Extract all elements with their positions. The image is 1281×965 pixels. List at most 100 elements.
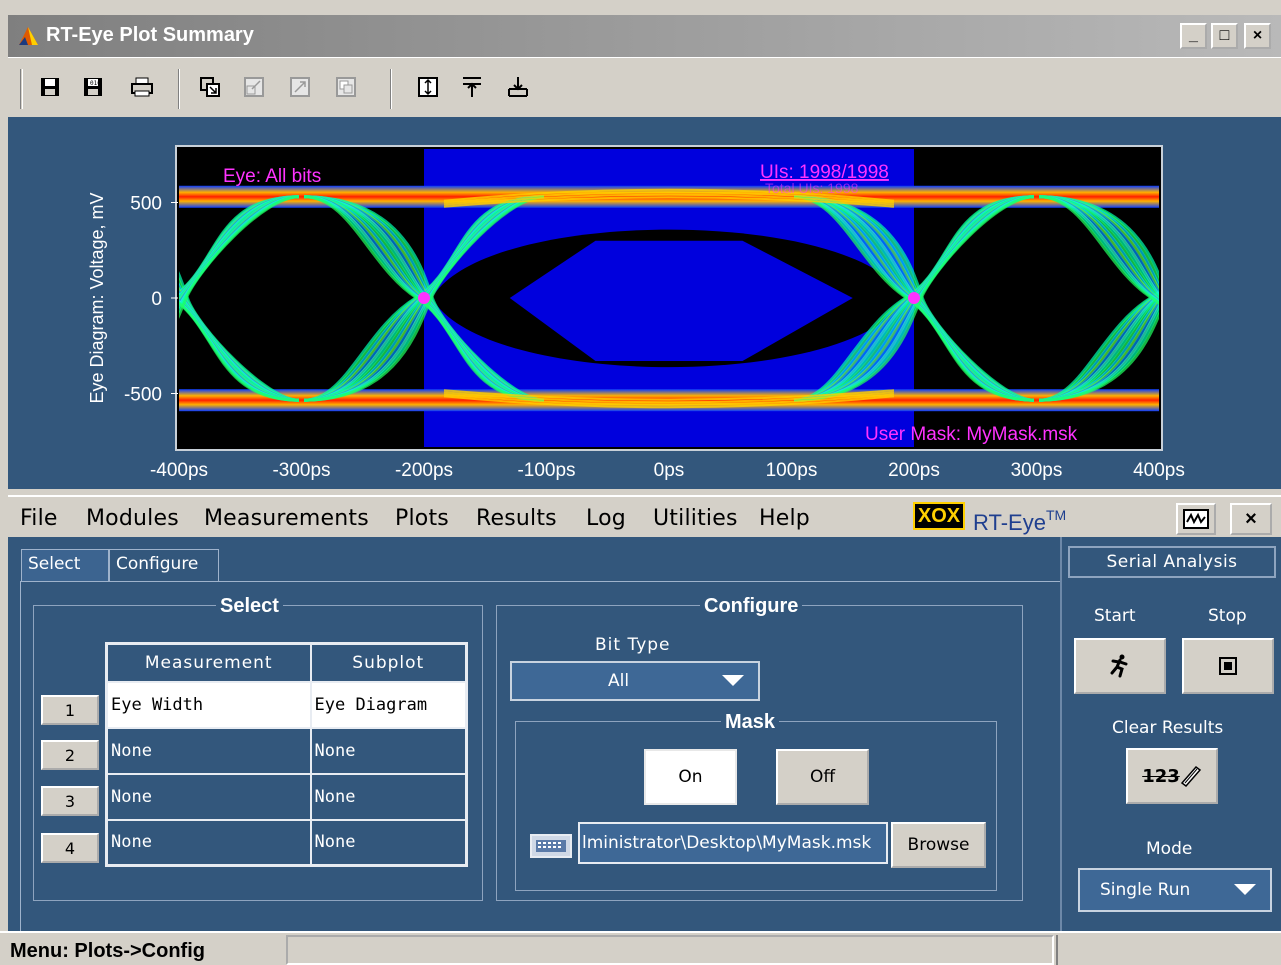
cursor-bottom-icon[interactable] [504, 72, 532, 102]
menu-log[interactable]: Log [586, 506, 626, 531]
brand-name-text: RT-Eye [973, 510, 1046, 535]
x-tick-label: -300ps [272, 460, 330, 481]
mode-label: Mode [1146, 839, 1193, 859]
zoom-in-icon[interactable] [196, 72, 224, 102]
menu-plots[interactable]: Plots [395, 506, 449, 531]
measurement-cell[interactable]: None [105, 772, 312, 821]
brand-logo: XOX [913, 502, 965, 530]
chevron-down-icon [1234, 884, 1256, 895]
save-data-icon[interactable]: 010 [80, 72, 108, 102]
toolbar-grip[interactable] [20, 69, 23, 109]
maximize-button[interactable]: □ [1211, 23, 1238, 49]
status-cell [286, 935, 1054, 965]
bit-type-value: All [608, 671, 630, 691]
app-close-button[interactable]: × [1230, 503, 1272, 535]
browse-button[interactable]: Browse [891, 822, 986, 868]
row-4-button[interactable]: 4 [41, 833, 99, 863]
measurement-table: Measurement Subplot Eye Width Eye Diagra… [105, 642, 468, 867]
running-man-icon [1110, 654, 1128, 678]
mode-dropdown[interactable]: Single Run [1078, 868, 1272, 912]
brand-trademark: TM [1045, 507, 1067, 523]
start-label: Start [1094, 606, 1136, 626]
print-icon[interactable] [128, 72, 156, 102]
zoom-restore-icon[interactable] [332, 72, 360, 102]
x-tick-label: 100ps [766, 460, 818, 481]
x-tick-label: 200ps [888, 460, 940, 481]
zoom-out-icon[interactable] [240, 72, 268, 102]
measurement-cell[interactable]: None [105, 818, 312, 867]
subplot-header[interactable]: Subplot [309, 642, 468, 683]
clear-results-button[interactable]: 123 [1126, 748, 1218, 804]
mask-on-button[interactable]: On [644, 749, 737, 805]
measurement-header[interactable]: Measurement [105, 642, 312, 683]
stop-label: Stop [1208, 606, 1247, 626]
subplot-cell[interactable]: Eye Diagram [309, 680, 468, 729]
control-panel: Select Configure Select Measurement Subp… [8, 537, 1060, 931]
scope-view-button[interactable] [1176, 503, 1216, 535]
x-tick-label: 300ps [1011, 460, 1063, 481]
mask-file-input[interactable]: lministrator\Desktop\MyMask.msk [578, 822, 888, 864]
eye-bits-label: Eye: All bits [223, 166, 321, 187]
menu-measurements[interactable]: Measurements [204, 506, 369, 531]
vertical-cursor-icon[interactable] [414, 72, 442, 102]
eye-diagram-chart[interactable]: Eye Diagram: Voltage, mV Eye: All bits U… [8, 117, 1281, 489]
tab-select[interactable]: Select [21, 549, 109, 581]
menu-modules[interactable]: Modules [86, 506, 179, 531]
tab-configure[interactable]: Configure [109, 549, 219, 582]
y-tick-label: -500 [124, 385, 162, 406]
configure-group-title: Configure [700, 595, 803, 618]
menu-utilities[interactable]: Utilities [653, 506, 738, 531]
save-icon[interactable] [36, 72, 64, 102]
subplot-cell[interactable]: None [309, 772, 468, 821]
subplot-cell[interactable]: None [309, 726, 468, 775]
brand-name: RT-EyeTM [973, 507, 1066, 536]
cursor-top-icon[interactable] [458, 72, 486, 102]
status-text: Menu: Plots->Config [10, 940, 205, 962]
app-icon [19, 27, 38, 45]
y-tick-label: 500 [130, 193, 162, 214]
minimize-button[interactable]: _ [1180, 23, 1207, 49]
zoom-fit-icon[interactable] [286, 72, 314, 102]
x-tick-label: 0ps [654, 460, 685, 481]
crossing-marker [908, 292, 920, 304]
stop-icon [1219, 657, 1237, 675]
status-bar: Menu: Plots->Config [0, 931, 1281, 965]
close-button[interactable]: × [1244, 23, 1271, 49]
eraser-icon [1180, 765, 1201, 787]
row-3-button[interactable]: 3 [41, 786, 99, 816]
row-1-button[interactable]: 1 [41, 695, 99, 725]
table-row[interactable]: None None [105, 726, 468, 775]
y-axis-label: Eye Diagram: Voltage, mV [87, 192, 107, 403]
measurement-cell[interactable]: None [105, 726, 312, 775]
bit-type-dropdown[interactable]: All [510, 661, 760, 701]
crossing-marker [418, 292, 430, 304]
brand-logo-text: XOX [917, 504, 961, 527]
chevron-down-icon [722, 675, 744, 686]
status-cell-right [1056, 935, 1279, 965]
stop-button[interactable] [1182, 638, 1274, 694]
select-group-title: Select [216, 595, 283, 618]
menu-file[interactable]: File [20, 506, 58, 531]
row-2-button[interactable]: 2 [41, 740, 99, 770]
table-row[interactable]: Eye Width Eye Diagram [105, 680, 468, 729]
scope-view-icon [1183, 509, 1209, 529]
subplot-cell[interactable]: None [309, 818, 468, 867]
keyboard-icon[interactable] [530, 834, 572, 858]
user-mask-label: User Mask: MyMask.msk [865, 424, 1078, 445]
mask-off-button[interactable]: Off [776, 749, 869, 805]
table-row[interactable]: None None [105, 818, 468, 867]
y-tick-label: 0 [151, 289, 162, 310]
start-button[interactable] [1074, 638, 1166, 694]
window-title-bar[interactable]: RT-Eye Plot Summary _ □ × [8, 15, 1281, 57]
menu-results[interactable]: Results [476, 506, 557, 531]
serial-analysis-panel: Serial Analysis Start Stop Clear Results… [1060, 537, 1281, 931]
x-tick-label: -200ps [395, 460, 453, 481]
measurement-cell[interactable]: Eye Width [105, 680, 312, 729]
x-tick-label: 400ps [1133, 460, 1185, 481]
window-title: RT-Eye Plot Summary [46, 24, 254, 46]
menu-help[interactable]: Help [759, 506, 810, 531]
x-tick-label: -100ps [517, 460, 575, 481]
x-tick-label: -400ps [150, 460, 208, 481]
table-row[interactable]: None None [105, 772, 468, 821]
clear-results-label: Clear Results [1112, 718, 1224, 738]
